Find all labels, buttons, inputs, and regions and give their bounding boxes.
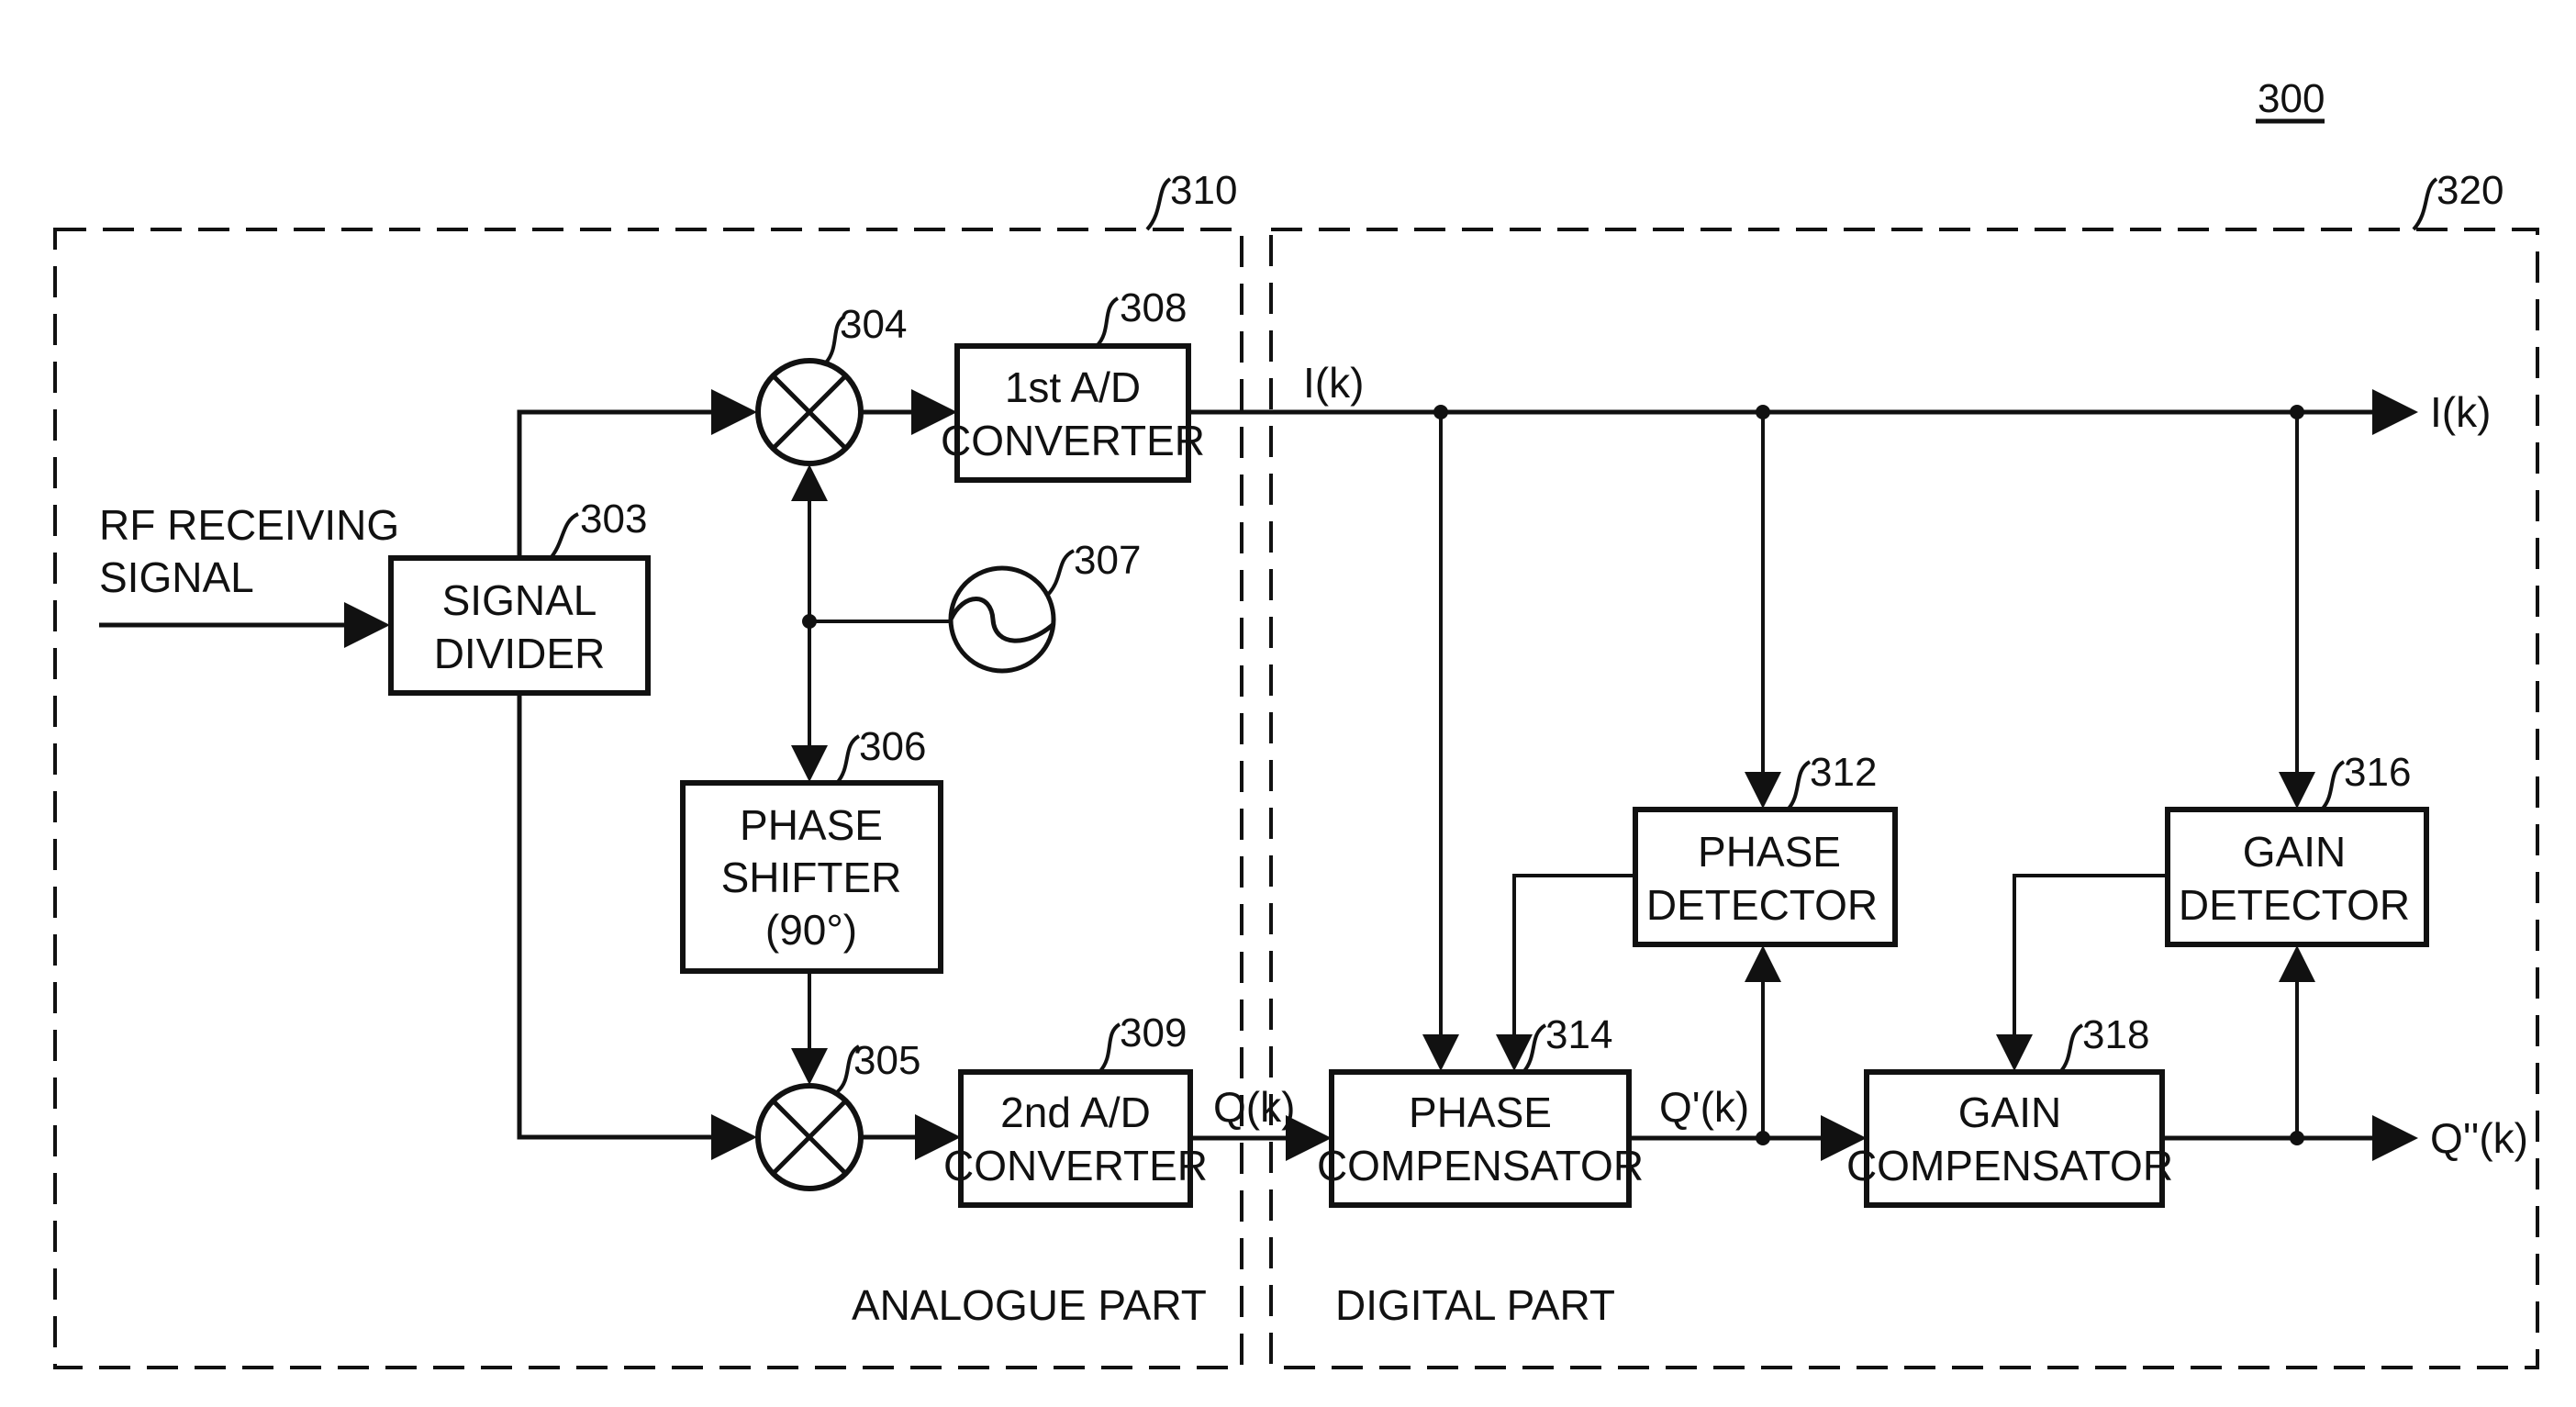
i-output-label: I(k) — [2430, 388, 2491, 436]
gain-compensator-ref: 318 — [2082, 1012, 2149, 1057]
q-prime-label: Q'(k) — [1659, 1083, 1749, 1131]
phase-shifter-text-2: SHIFTER — [721, 854, 902, 901]
phase-compensator-leader — [1522, 1023, 1547, 1074]
q-signal-label: Q(k) — [1213, 1083, 1295, 1131]
block-diagram: 300 310 320 ANALOGUE PART DIGITAL PART R… — [53, 76, 2539, 1369]
rf-input-label-line1: RF RECEIVING — [99, 501, 399, 549]
phase-detector-text-2: DETECTOR — [1646, 881, 1878, 929]
mixer-i-icon — [755, 358, 864, 466]
oscillator-ref: 307 — [1074, 538, 1141, 583]
gain-detector-leader — [2320, 760, 2346, 811]
phase-shifter-text-1: PHASE — [740, 801, 883, 849]
oscillator-leader — [1044, 549, 1076, 598]
signal-divider-leader — [549, 512, 579, 560]
adc2-text-1: 2nd A/D — [1000, 1089, 1151, 1136]
adc1-text-2: CONVERTER — [941, 417, 1205, 464]
gain-detector-ref: 316 — [2344, 750, 2411, 795]
mixer-q-ref: 305 — [853, 1038, 920, 1083]
gain-compensator-text-2: COMPENSATOR — [1846, 1142, 2173, 1189]
adc2-text-2: CONVERTER — [943, 1142, 1208, 1189]
gain-detector-text-2: DETECTOR — [2179, 881, 2410, 929]
gain-compensator-text-1: GAIN — [1958, 1089, 2061, 1136]
phase-detector-text-1: PHASE — [1698, 828, 1841, 876]
phase-compensator-text-2: COMPENSATOR — [1317, 1142, 1644, 1189]
digital-region-ref: 320 — [2437, 168, 2504, 213]
signal-divider-text-2: DIVIDER — [434, 630, 606, 677]
gain-detector-text-1: GAIN — [2243, 828, 2346, 876]
phase-compensator-text-1: PHASE — [1409, 1089, 1552, 1136]
signal-divider-text-1: SIGNAL — [442, 576, 597, 624]
phase-shifter-ref: 306 — [859, 724, 926, 769]
phase-detector-ref: 312 — [1810, 750, 1877, 795]
phase-shifter-leader — [835, 734, 861, 785]
phase-shifter-text-3: (90°) — [765, 906, 857, 954]
adc1-leader — [1095, 296, 1120, 348]
analogue-part-label: ANALOGUE PART — [852, 1281, 1207, 1329]
mixer-q-icon — [755, 1083, 864, 1191]
i-signal-label: I(k) — [1303, 359, 1364, 407]
phase-compensator-ref: 314 — [1545, 1012, 1612, 1057]
q-double-prime-label: Q''(k) — [2430, 1114, 2528, 1162]
adc2-leader — [1098, 1022, 1121, 1074]
gain-compensator-leader — [2058, 1023, 2084, 1074]
analogue-region-ref: 310 — [1170, 168, 1237, 213]
mixer-i-ref: 304 — [840, 302, 907, 347]
oscillator-icon — [948, 565, 1056, 674]
digital-region-leader — [2412, 177, 2438, 231]
adc2-ref: 309 — [1120, 1011, 1187, 1055]
adc1-ref: 308 — [1120, 285, 1187, 330]
figure-number: 300 — [2258, 76, 2325, 121]
phase-detector-leader — [1786, 760, 1812, 811]
rf-input-label-line2: SIGNAL — [99, 553, 254, 601]
signal-divider-ref: 303 — [580, 497, 647, 542]
analogue-region-leader — [1145, 177, 1172, 231]
adc1-text-1: 1st A/D — [1005, 363, 1141, 411]
digital-part-label: DIGITAL PART — [1335, 1281, 1615, 1329]
